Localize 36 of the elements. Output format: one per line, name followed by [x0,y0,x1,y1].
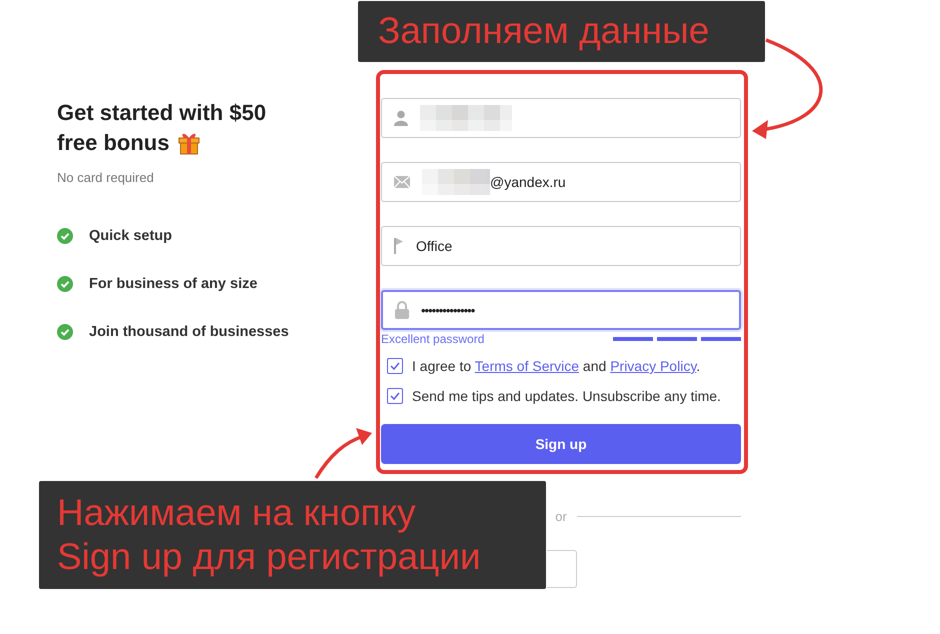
check-circle-icon [57,276,73,292]
input-field[interactable] [381,98,741,138]
feature-label: Quick setup [89,228,172,244]
no-card-note: No card required [57,170,155,185]
policy-link[interactable]: Privacy Policy [610,358,696,374]
checkmark-icon [390,362,400,370]
annotation-label: Нажимаем на кнопку Sign up для регистрации [39,481,546,589]
annotation-label: Заполняем данные [358,1,765,62]
password-strength-label: Excellent password [381,332,484,346]
field-value: ••••••••••••••• [421,302,474,318]
curved-arrow [314,428,372,479]
gift-icon [178,131,200,155]
headline: free bonus [57,129,170,157]
feature-label: Join thousand of businesses [89,324,289,340]
person-icon [394,110,408,126]
policy-link[interactable]: Terms of Service [474,358,580,374]
input-field[interactable]: ••••••••••••••• [381,290,741,330]
checkmark-icon [390,392,400,400]
headline: Get started with $50 [57,99,266,127]
feature-label: For business of any size [89,276,258,292]
check-circle-icon [57,228,73,244]
envelope-icon [394,176,410,188]
consent-text: Send me tips and updates. Unsubscribe any time. [412,388,721,404]
checkbox[interactable] [387,358,403,374]
consent-text: I agree to Terms of Service and Privacy Policy. [412,358,700,374]
checkbox[interactable] [387,388,403,404]
input-field[interactable]: Office [381,226,741,266]
lock-icon [395,301,409,319]
or-divider-text: or [555,509,567,524]
field-value: @yandex.ru [490,174,566,190]
check-circle-icon [57,324,73,340]
flag-icon [394,238,404,254]
sign-up-button[interactable]: Sign up [381,424,741,464]
blurred-text [422,169,490,195]
input-field[interactable]: @yandex.ru [381,162,741,202]
field-value: Office [416,238,452,254]
